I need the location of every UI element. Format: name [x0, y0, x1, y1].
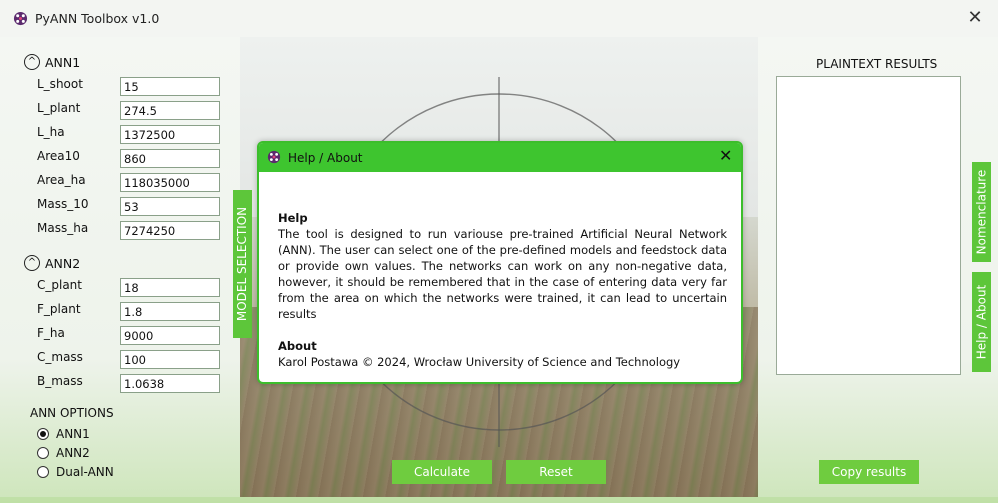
radio-unselected-icon[interactable]: [37, 466, 49, 478]
mass-ha-input[interactable]: [120, 221, 220, 240]
f-ha-input[interactable]: [120, 326, 220, 345]
radio-dual-ann[interactable]: Dual-ANN: [37, 465, 114, 479]
close-dialog-icon[interactable]: ✕: [719, 148, 732, 164]
area-ha-input[interactable]: [120, 173, 220, 192]
window-title: PyANN Toolbox v1.0: [35, 11, 160, 26]
field-label: L_plant: [37, 101, 81, 115]
chevron-up-icon[interactable]: ^: [24, 255, 40, 271]
c-mass-input[interactable]: [120, 350, 220, 369]
ann2-header-label: ANN2: [45, 255, 81, 271]
help-heading: Help: [278, 211, 308, 225]
results-textarea[interactable]: [776, 76, 961, 375]
title-bar: PyANN Toolbox v1.0 ✕: [0, 0, 998, 37]
dialog-body: Help The tool is designed to run various…: [278, 210, 727, 370]
field-label: Area_ha: [37, 173, 86, 187]
reset-button[interactable]: Reset: [506, 460, 606, 484]
radio-selected-icon[interactable]: [37, 428, 49, 440]
close-window-icon[interactable]: ✕: [966, 9, 984, 27]
radio-label: Dual-ANN: [56, 465, 114, 479]
field-label: F_ha: [37, 326, 65, 340]
ann1-header-label: ANN1: [45, 54, 81, 70]
radio-unselected-icon[interactable]: [37, 447, 49, 459]
field-label: L_shoot: [37, 77, 83, 91]
l-shoot-input[interactable]: [120, 77, 220, 96]
app-window: PyANN Toolbox v1.0 ✕ ^ ANN1 L_shoot L_pl…: [0, 0, 998, 503]
radio-label: ANN2: [56, 446, 90, 460]
field-label: C_mass: [37, 350, 83, 364]
f-plant-input[interactable]: [120, 302, 220, 321]
radio-label: ANN1: [56, 427, 90, 441]
l-plant-input[interactable]: [120, 101, 220, 120]
dialog-title: Help / About: [288, 151, 363, 165]
field-label: L_ha: [37, 125, 65, 139]
ann2-group-header[interactable]: ^ ANN2: [24, 253, 80, 273]
tab-help-about[interactable]: Help / About: [972, 272, 991, 372]
field-label: Area10: [37, 149, 80, 163]
tab-nomenclature[interactable]: Nomenclature: [972, 162, 991, 262]
chevron-up-icon[interactable]: ^: [24, 54, 40, 70]
pyann-app-icon: [267, 150, 281, 164]
radio-ann2[interactable]: ANN2: [37, 446, 90, 460]
about-text: Karol Postawa © 2024, Wrocław University…: [278, 355, 681, 369]
field-label: F_plant: [37, 302, 81, 316]
b-mass-input[interactable]: [120, 374, 220, 393]
ann1-group-header[interactable]: ^ ANN1: [24, 52, 80, 72]
results-title: PLAINTEXT RESULTS: [816, 57, 938, 71]
l-ha-input[interactable]: [120, 125, 220, 144]
tab-model-selection-label: MODEL SELECTION: [235, 206, 250, 322]
field-label: Mass_ha: [37, 221, 89, 235]
mass-10-input[interactable]: [120, 197, 220, 216]
field-label: C_plant: [37, 278, 82, 292]
tab-help-about-label: Help / About: [974, 284, 989, 360]
dialog-title-bar: Help / About ✕: [259, 143, 741, 172]
pyann-app-icon: [13, 11, 28, 26]
help-text: The tool is designed to run variouse pre…: [278, 227, 727, 321]
calculate-button[interactable]: Calculate: [392, 460, 492, 484]
field-label: Mass_10: [37, 197, 89, 211]
radio-ann1[interactable]: ANN1: [37, 427, 90, 441]
c-plant-input[interactable]: [120, 278, 220, 297]
about-heading: About: [278, 339, 317, 353]
copy-results-button[interactable]: Copy results: [819, 460, 919, 484]
tab-model-selection[interactable]: MODEL SELECTION: [233, 190, 252, 338]
area10-input[interactable]: [120, 149, 220, 168]
ann-options-title: ANN OPTIONS: [30, 406, 114, 420]
tab-nomenclature-label: Nomenclature: [974, 169, 989, 255]
field-label: B_mass: [37, 374, 83, 388]
help-about-dialog: Help / About ✕ Help The tool is designed…: [257, 141, 743, 384]
